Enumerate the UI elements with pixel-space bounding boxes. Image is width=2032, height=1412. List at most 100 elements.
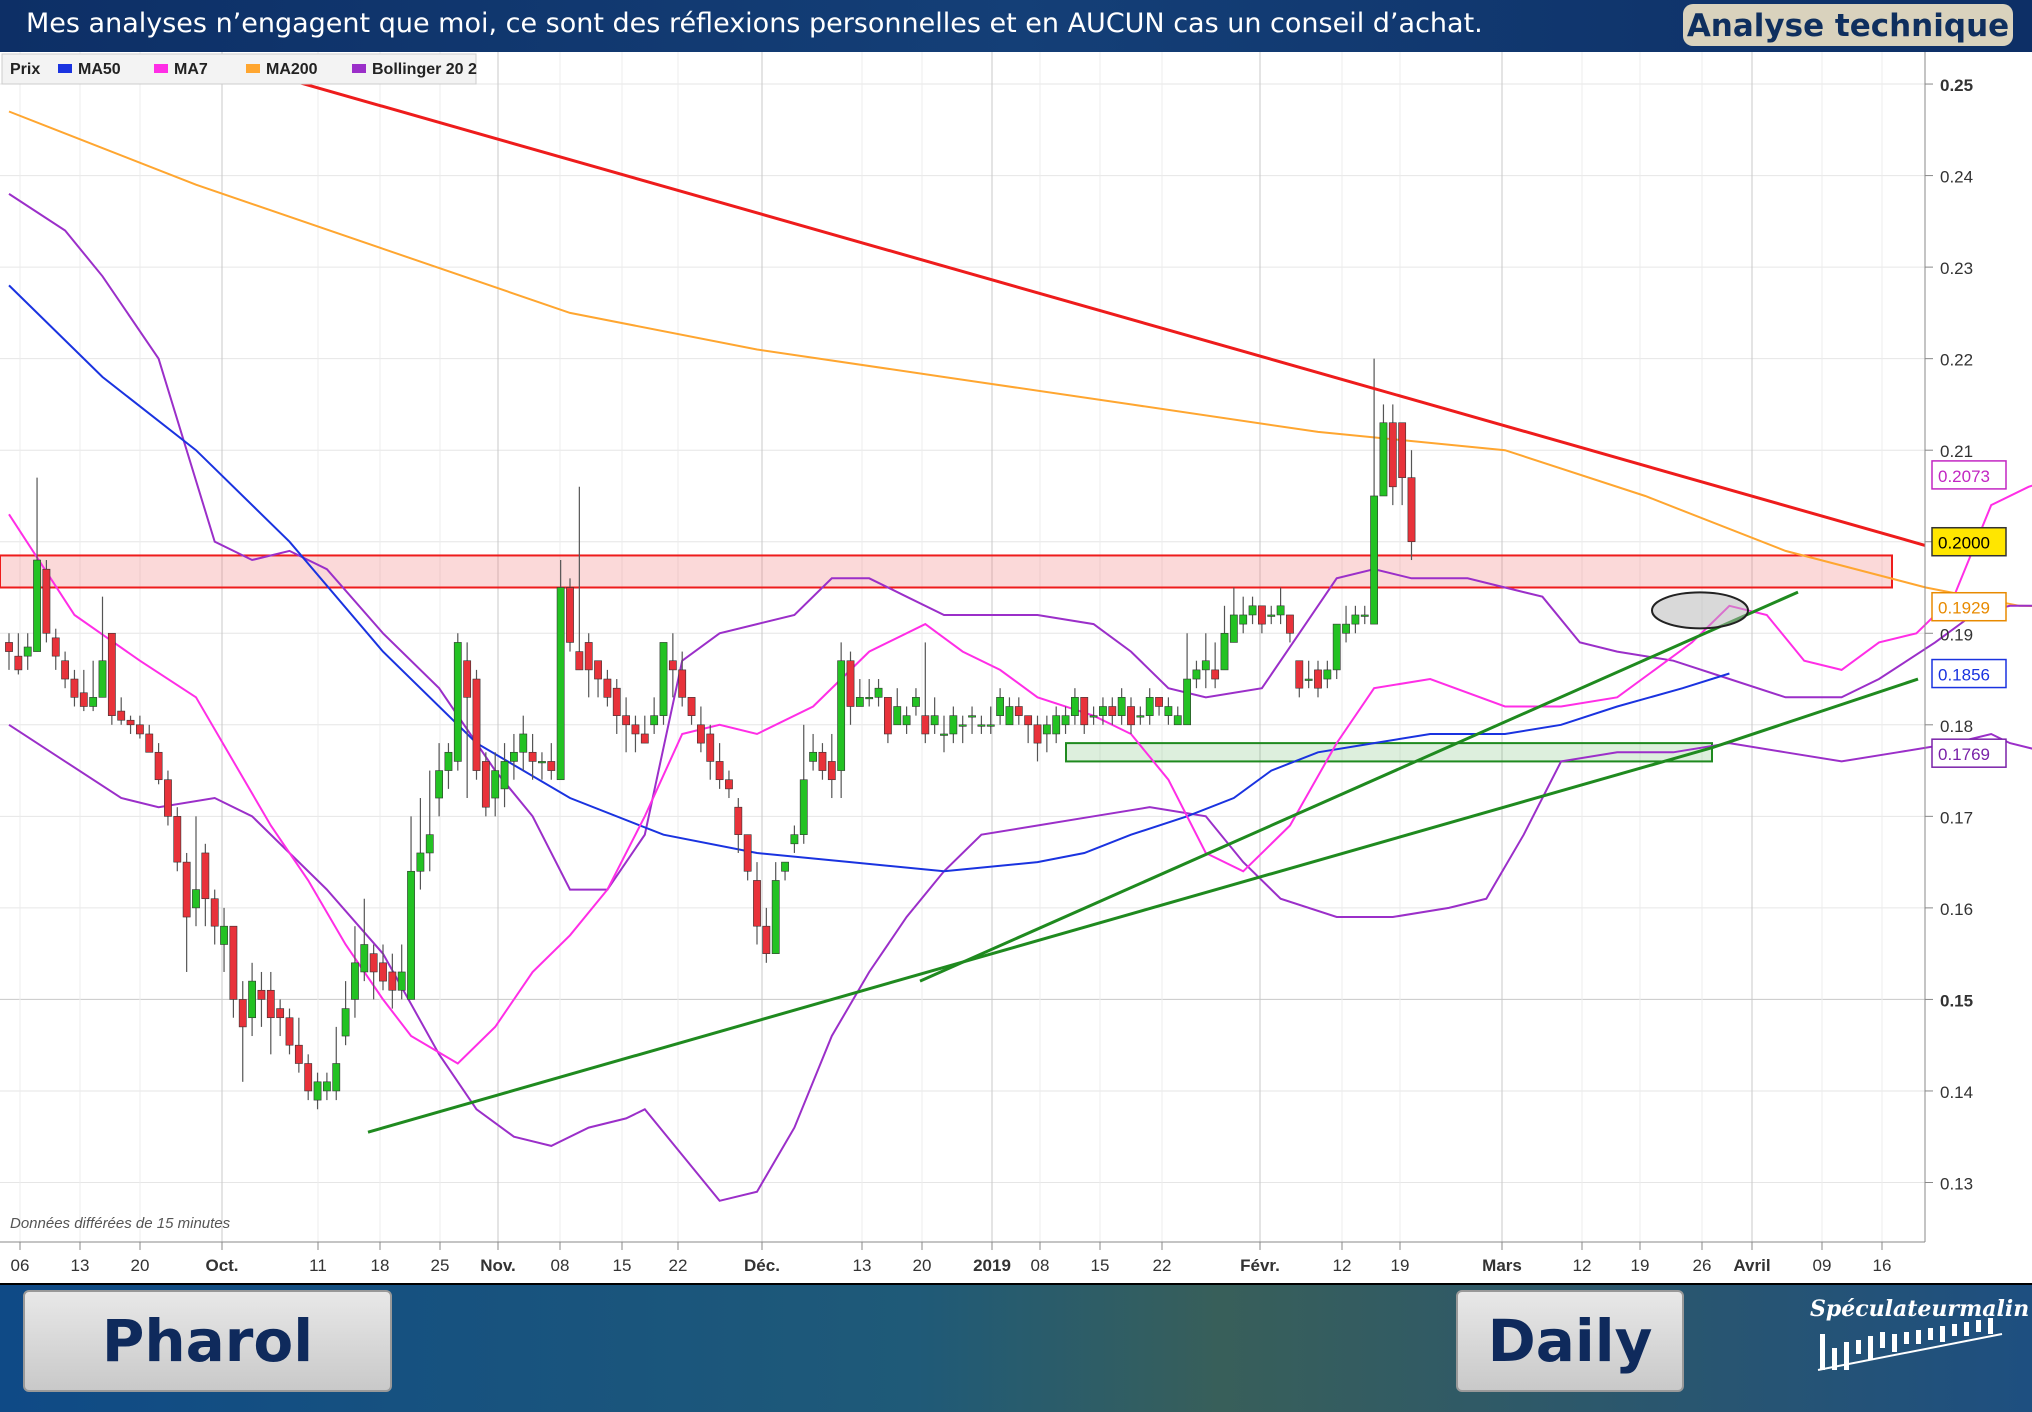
- candle-body: [1267, 614, 1276, 617]
- y-tick-label: 0.13: [1940, 1175, 1973, 1194]
- candle-body: [1342, 623, 1350, 634]
- candle-body: [790, 834, 799, 845]
- candle-body: [1155, 697, 1163, 707]
- legend-swatch: [58, 64, 72, 73]
- candle-body: [164, 779, 172, 817]
- candle-body: [500, 761, 509, 790]
- candle-body: [575, 651, 584, 671]
- candle-body: [1071, 697, 1079, 716]
- candle-body: [322, 1081, 331, 1092]
- candle-body: [416, 852, 425, 872]
- candle-body: [912, 697, 920, 707]
- candle-body: [238, 999, 247, 1028]
- candle-body: [1173, 715, 1182, 726]
- legend-swatch: [246, 64, 260, 73]
- candle-body: [1061, 715, 1070, 726]
- candle-body: [1145, 697, 1154, 716]
- candle-body: [154, 751, 163, 781]
- candle-body: [42, 568, 51, 634]
- candle-body: [397, 971, 406, 991]
- candle-body: [584, 642, 593, 671]
- value-label: 0.2073: [1931, 460, 2007, 490]
- candle-body: [220, 925, 228, 945]
- candle-body: [1258, 605, 1266, 625]
- candle-body: [949, 715, 958, 735]
- price-chart: 0.130.140.150.160.170.180.190.20.210.220…: [0, 52, 2032, 1275]
- candle-body: [1192, 669, 1201, 680]
- candle-body: [1080, 697, 1089, 726]
- candle-body: [360, 944, 369, 973]
- candle-body: [1117, 697, 1126, 716]
- candle-body: [1304, 678, 1313, 681]
- candle-body: [1360, 614, 1369, 617]
- candle-body: [1211, 669, 1220, 680]
- x-tick-label: 25: [431, 1256, 450, 1275]
- candle-body: [883, 697, 892, 735]
- candle-body: [622, 715, 630, 726]
- candle-body: [23, 646, 32, 657]
- candle-body: [837, 660, 846, 771]
- candle-body: [940, 733, 948, 736]
- candle-body: [294, 1044, 303, 1064]
- candle-body: [1136, 715, 1145, 718]
- candle-body: [1220, 632, 1229, 671]
- x-tick-label: 20: [131, 1256, 150, 1275]
- candle-body: [687, 697, 696, 716]
- candle-body: [781, 861, 789, 872]
- legend-item: Prix: [10, 61, 40, 78]
- candle-body: [145, 733, 154, 753]
- candle-body: [547, 761, 556, 771]
- candle-body: [379, 962, 387, 982]
- candle-body: [874, 687, 883, 698]
- candle-body: [509, 751, 518, 762]
- x-tick-label: 12: [1573, 1256, 1592, 1275]
- y-tick-label: 0.17: [1940, 808, 1973, 827]
- candle-body: [1099, 706, 1107, 716]
- period-button[interactable]: Daily: [1456, 1290, 1684, 1392]
- candle-body: [201, 852, 210, 900]
- candle-body: [519, 733, 528, 753]
- candle-body: [1229, 614, 1238, 643]
- candle-body: [304, 1063, 313, 1092]
- candle-body: [51, 637, 60, 657]
- candle-body: [229, 925, 238, 1000]
- candle-body: [5, 642, 13, 652]
- disclaimer-text: Mes analyses n’engagent que moi, ce sont…: [26, 8, 1483, 39]
- value-label-text: 0.1769: [1938, 745, 1990, 764]
- candle-body: [528, 751, 537, 762]
- plot-background: [0, 52, 1925, 1242]
- x-tick-label: 08: [551, 1256, 570, 1275]
- legend-swatch: [154, 64, 168, 73]
- candle-body: [696, 724, 705, 744]
- header-bar: Mes analyses n’engagent que moi, ce sont…: [0, 0, 2032, 54]
- candle-body: [481, 761, 490, 808]
- x-tick-label: 13: [853, 1256, 872, 1275]
- candle-body: [612, 687, 621, 716]
- x-tick-label: 19: [1631, 1256, 1650, 1275]
- candle-body: [33, 559, 41, 652]
- candle-body: [388, 971, 397, 991]
- x-tick-label: 26: [1693, 1256, 1712, 1275]
- candle-body: [734, 806, 743, 835]
- value-label-text: 0.2000: [1938, 534, 1990, 553]
- x-tick-label: 22: [1153, 1256, 1172, 1275]
- instrument-button[interactable]: Pharol: [23, 1290, 392, 1392]
- x-tick-label: 15: [613, 1256, 632, 1275]
- candle-body: [1089, 715, 1098, 718]
- candle-body: [472, 678, 481, 771]
- x-tick-label: Avril: [1733, 1256, 1770, 1275]
- candle-body: [743, 834, 752, 872]
- candle-body: [1314, 669, 1322, 689]
- candle-body: [126, 719, 135, 726]
- candle-body: [61, 660, 69, 680]
- candle-body: [1033, 724, 1042, 744]
- candle-body: [173, 816, 182, 863]
- candle-body: [1014, 706, 1023, 716]
- x-tick-label: 06: [11, 1256, 30, 1275]
- candle-body: [1323, 669, 1332, 680]
- candle-body: [1248, 605, 1257, 616]
- y-tick-label: 0.16: [1940, 900, 1973, 919]
- candle-body: [266, 989, 275, 1019]
- y-tick-label: 0.15: [1940, 991, 1973, 1010]
- chart-note: Données différées de 15 minutes: [10, 1215, 231, 1232]
